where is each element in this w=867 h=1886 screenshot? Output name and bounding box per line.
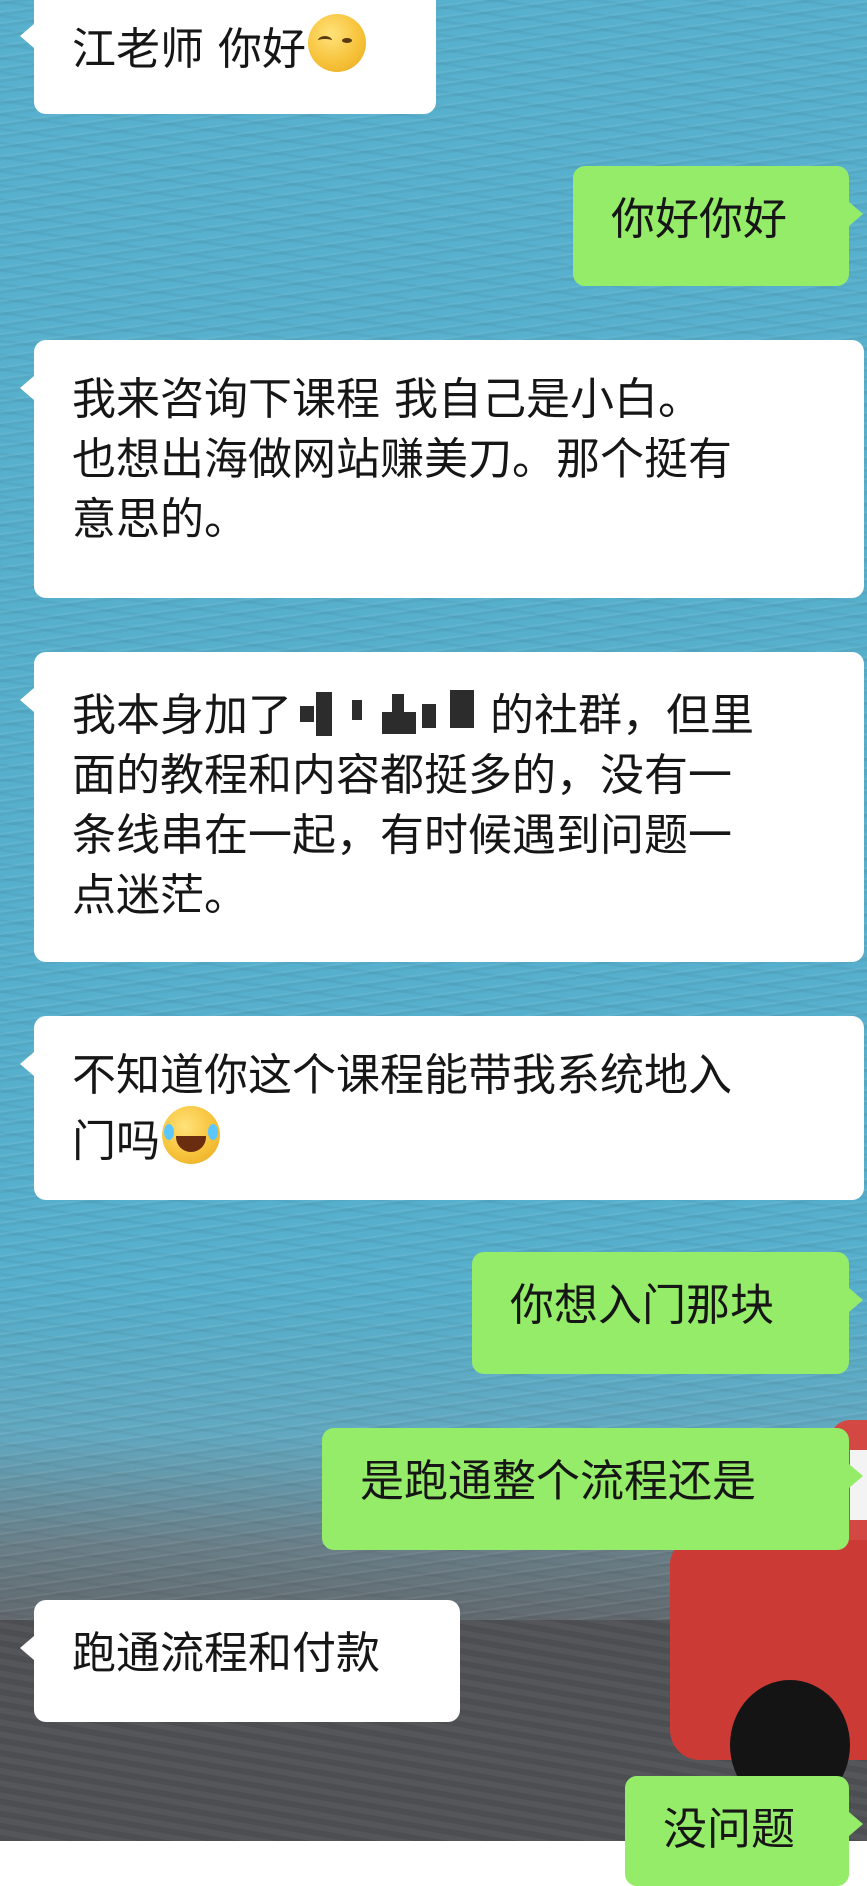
message-bubble-outgoing[interactable]: 没问题 (625, 1776, 863, 1886)
message-bubble-incoming[interactable]: 不知道你这个课程能带我系统地入 门吗 (20, 1016, 864, 1200)
message-text-before: 我本身加了 (72, 690, 292, 741)
message-text: 你好你好 (611, 194, 787, 245)
tears-of-joy-emoji (162, 1106, 220, 1164)
message-bubble-incoming[interactable]: 江老师 你好 (20, 0, 436, 114)
message-bubble-incoming[interactable]: 跑通流程和付款 (20, 1600, 460, 1722)
message-bubble-outgoing[interactable]: 你好你好 (573, 166, 863, 286)
message-text: 你想入门那块 (510, 1280, 774, 1331)
pixelated-redaction (292, 682, 490, 740)
message-text: 没问题 (663, 1804, 795, 1855)
message-text: 跑通流程和付款 (72, 1628, 380, 1679)
message-text: 江老师 你好 (72, 24, 306, 75)
message-text: 我来咨询下课程 我自己是小白。 也想出海做网站赚美刀。那个挺有 意思的。 (72, 374, 732, 545)
message-bubble-incoming[interactable]: 我来咨询下课程 我自己是小白。 也想出海做网站赚美刀。那个挺有 意思的。 (20, 340, 864, 598)
message-bubble-outgoing[interactable]: 是跑通整个流程还是 (322, 1428, 863, 1550)
message-bubble-outgoing[interactable]: 你想入门那块 (472, 1252, 863, 1374)
message-bubble-incoming[interactable]: 我本身加了 的社群，但里 面的教程和内容都挺多的，没有一 条线串在一起，有时候遇到… (20, 652, 864, 962)
message-text: 是跑通整个流程还是 (360, 1456, 756, 1507)
thinking-face-emoji (308, 14, 366, 72)
